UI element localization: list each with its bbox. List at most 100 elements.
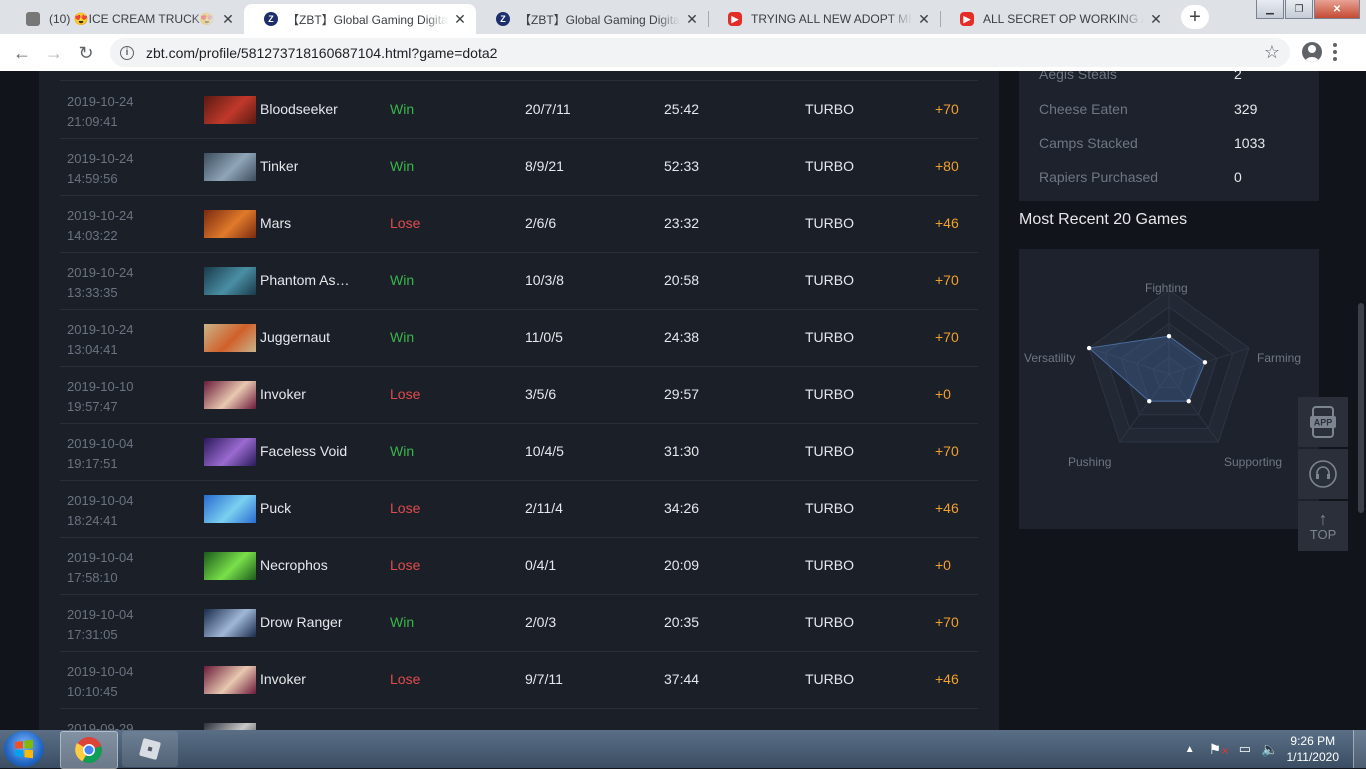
hero-name[interactable]: Faceless Void: [260, 423, 347, 480]
radar-data-point: [1186, 398, 1191, 404]
match-date: 2019-10-10 19:57:47: [67, 377, 134, 417]
match-date-time: 17:31:05: [67, 627, 118, 642]
match-row[interactable]: 2019-10-04 18:24:41 Puck Lose 2/11/4 34:26 TUR…: [60, 480, 978, 538]
browser-tab-2[interactable]: Z 【ZBT】Global Gaming Digital As ✕: [244, 4, 476, 34]
windows-start-icon[interactable]: [4, 731, 44, 767]
match-date-day: 2019-09-29: [67, 721, 134, 730]
recent-games-title: Most Recent 20 Games: [1019, 211, 1188, 228]
match-mode: TURBO: [805, 500, 854, 516]
maximize-button[interactable]: ❐: [1285, 0, 1313, 19]
action-center-flag-icon[interactable]: ⚑✕: [1209, 741, 1229, 758]
page-scrollbar[interactable]: [1356, 71, 1366, 730]
url-text[interactable]: zbt.com/profile/581273718160687104.html?…: [146, 45, 497, 61]
match-duration: 31:30: [664, 443, 700, 459]
browser-tab-5[interactable]: ▶ ALL SECRET OP WORKING ADO ✕: [940, 4, 1172, 34]
radar-label-supporting: Supporting: [1224, 455, 1283, 469]
browser-tab-1[interactable]: (10) 😍ICE CREAM TRUCK😍 Ado ✕: [6, 4, 244, 34]
scrollbar-thumb[interactable]: [1358, 303, 1364, 513]
match-row[interactable]: 2019-10-24 21:09:41 Bloodseeker Win 20/7/11 2…: [60, 81, 978, 139]
hero-name[interactable]: Necrophos: [260, 537, 328, 594]
hero-name[interactable]: Puck: [260, 480, 291, 537]
clock-time: 9:26 PM: [1290, 734, 1336, 748]
match-points: +46: [935, 500, 959, 516]
radar-label-farming: Farming: [1257, 351, 1302, 365]
taskbar-clock[interactable]: 9:26 PM 1/11/2020: [1287, 733, 1340, 765]
match-points: +46: [935, 215, 959, 231]
radar-data-point: [1086, 345, 1092, 351]
address-bar[interactable]: i zbt.com/profile/581273718160687104.htm…: [110, 38, 1290, 67]
hero-name[interactable]: Phantom Assassin: [260, 252, 356, 309]
hero-name[interactable]: Mars: [260, 195, 291, 252]
stat-value-camps-stacked: 1033: [1234, 135, 1266, 151]
browser-tab-4[interactable]: ▶ TRYING ALL NEW ADOPT ME Co ✕: [708, 4, 940, 34]
match-points: +0: [935, 557, 951, 573]
forward-arrow-icon[interactable]: →: [42, 41, 66, 65]
match-result: Win: [390, 272, 415, 288]
browser-tab-3[interactable]: Z 【ZBT】Global Gaming Digital As ✕: [476, 4, 708, 34]
close-tab-icon[interactable]: ✕: [220, 11, 236, 28]
match-row[interactable]: 2019-10-24 13:33:35 Phantom Assassin Win 10/…: [60, 252, 978, 310]
new-tab-button[interactable]: +: [1181, 5, 1209, 29]
match-row[interactable]: 2019-10-10 19:57:47 Invoker Lose 3/5/6 29:57 T…: [60, 366, 978, 424]
match-date-time: 18:24:41: [67, 513, 118, 528]
match-kda: 0/4/1: [525, 557, 557, 573]
back-arrow-icon[interactable]: ←: [10, 41, 34, 65]
window-controls: ▁ ❐ ✕: [1255, 0, 1360, 19]
match-row[interactable]: 2019-10-04 17:31:05 Drow Ranger Win 2/0/3 20:…: [60, 594, 978, 652]
system-tray: ▲ ⚑✕ ▭ 🔈 9:26 PM 1/11/2020: [1185, 730, 1366, 768]
match-points: +0: [935, 386, 951, 402]
hero-portrait-icon: [204, 267, 256, 295]
match-row[interactable]: 2019-10-04 19:17:51 Faceless Void Win 10/4/5…: [60, 423, 978, 481]
minimize-button[interactable]: ▁: [1256, 0, 1284, 19]
hero-name[interactable]: Invoker: [260, 651, 306, 708]
youtube-icon: ▶: [960, 12, 974, 26]
close-tab-icon[interactable]: ✕: [684, 11, 700, 28]
chrome-menu-icon[interactable]: [1333, 43, 1337, 61]
show-desktop-button[interactable]: [1353, 730, 1366, 768]
customer-support-button[interactable]: [1298, 449, 1348, 499]
back-to-top-button[interactable]: ↑ TOP: [1298, 501, 1348, 551]
page-viewport: 2019-10-24 21:09:41 Bloodseeker Win 20/7/11 2…: [0, 71, 1366, 730]
account-avatar-icon[interactable]: [1302, 42, 1322, 62]
match-row[interactable]: 2019-10-24 14:03:22 Mars Lose 2/6/6 23:32 TURB…: [60, 195, 978, 253]
match-date-day: 2019-10-24: [67, 265, 134, 280]
app-label: APP: [1314, 418, 1333, 428]
hero-portrait-icon: [204, 552, 256, 580]
match-mode: TURBO: [805, 443, 854, 459]
close-tab-icon[interactable]: ✕: [452, 11, 468, 28]
bookmark-star-icon[interactable]: ☆: [1264, 42, 1280, 63]
close-tab-icon[interactable]: ✕: [1148, 11, 1164, 28]
match-date: 2019-10-04 17:58:10: [67, 548, 134, 588]
match-date-time: 17:58:10: [67, 570, 118, 585]
match-row[interactable]: 2019-10-04 17:58:10 Necrophos Lose 0/4/1 20:0…: [60, 537, 978, 595]
match-result: Win: [390, 101, 415, 117]
app-download-button[interactable]: APP: [1298, 397, 1348, 447]
site-info-icon[interactable]: i: [120, 45, 134, 60]
hero-name[interactable]: Bloodseeker: [260, 81, 338, 138]
match-date: 2019-10-04 10:10:45: [67, 662, 134, 702]
match-date-day: 2019-10-04: [67, 550, 134, 565]
hero-name[interactable]: Tinker: [260, 138, 298, 195]
match-row[interactable]: 2019-09-29: [60, 708, 978, 730]
match-row[interactable]: 2019-10-24 14:59:56 Tinker Win 8/9/21 52:33 TU…: [60, 138, 978, 196]
chrome-taskbar-icon[interactable]: [60, 731, 118, 769]
hero-name[interactable]: Invoker: [260, 366, 306, 423]
hero-name[interactable]: Drow Ranger: [260, 594, 342, 651]
match-result: Lose: [390, 215, 421, 231]
close-window-button[interactable]: ✕: [1314, 0, 1360, 19]
match-duration: 52:33: [664, 158, 700, 174]
hero-name[interactable]: Juggernaut: [260, 309, 330, 366]
roblox-taskbar-icon[interactable]: [122, 731, 178, 767]
volume-icon[interactable]: 🔈: [1261, 741, 1278, 758]
match-row[interactable]: 2019-10-24 13:04:41 Juggernaut Win 11/0/5 24:…: [60, 309, 978, 367]
match-mode: TURBO: [805, 557, 854, 573]
reload-icon[interactable]: ↻: [74, 41, 98, 65]
match-row[interactable]: 2019-10-04 10:10:45 Invoker Lose 9/7/11 37:44…: [60, 651, 978, 709]
stat-label-cheese-eaten: Cheese Eaten: [1039, 101, 1128, 117]
network-icon[interactable]: ▭: [1239, 741, 1251, 757]
close-tab-icon[interactable]: ✕: [916, 11, 932, 28]
match-points: +46: [935, 671, 959, 687]
match-duration: 25:42: [664, 101, 700, 117]
show-hidden-icons-icon[interactable]: ▲: [1185, 744, 1195, 755]
browser-toolbar: ← → ↻ i zbt.com/profile/5812737181606871…: [0, 34, 1366, 72]
